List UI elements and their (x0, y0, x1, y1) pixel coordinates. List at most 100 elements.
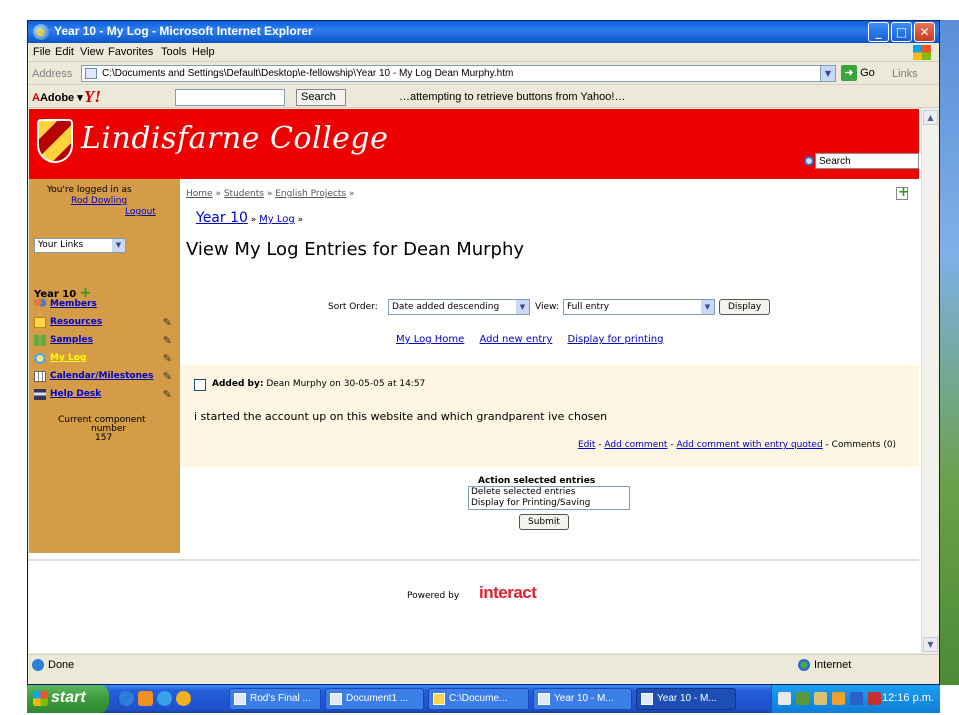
sidebar-item-help-desk[interactable]: Help Desk ✎ (34, 388, 176, 402)
sidebar-item-calendar[interactable]: Calendar/Milestones ✎ (34, 370, 176, 384)
task-document1[interactable]: Document1 ... (325, 688, 424, 710)
powered-by-text: Powered by (407, 591, 460, 601)
submit-button[interactable]: Submit (519, 514, 569, 530)
network-tray-icon[interactable] (796, 692, 809, 705)
start-button[interactable]: start (27, 685, 109, 713)
sidebar-item-label: Samples (50, 335, 93, 345)
security-zone: Internet (798, 659, 851, 672)
task-rods-final[interactable]: Rod's Final ... (229, 688, 321, 710)
menu-view[interactable]: View (80, 46, 104, 58)
action-option-print[interactable]: Display for Printing/Saving (469, 498, 629, 509)
logout-link[interactable]: Logout (125, 207, 156, 217)
sidebar-item-members[interactable]: Members (34, 298, 176, 312)
pencil-icon[interactable]: ✎ (163, 316, 172, 329)
pencil-icon[interactable]: ✎ (163, 370, 172, 383)
media-quicklaunch-icon[interactable] (176, 691, 191, 706)
address-dropdown-icon[interactable]: ▼ (820, 66, 835, 81)
pencil-icon[interactable]: ✎ (163, 334, 172, 347)
action-option-delete[interactable]: Delete selected entries (469, 487, 629, 498)
breadcrumb: Home » Students » English Projects » (186, 189, 354, 199)
task-explorer-folder[interactable]: C:\Docume... (428, 688, 529, 710)
pencil-icon[interactable]: ✎ (163, 388, 172, 401)
user-link[interactable]: Rod Dowling (71, 196, 127, 206)
windows-logo-icon (913, 45, 931, 60)
breadcrumb-english-projects[interactable]: English Projects (275, 189, 346, 199)
edit-link[interactable]: Edit (578, 440, 595, 450)
yahoo-search-button[interactable]: Search (296, 89, 346, 106)
address-label: Address (32, 68, 73, 80)
your-links-select[interactable]: Your Links ▼ (34, 238, 126, 253)
interact-logo[interactable]: interact (479, 583, 537, 603)
menu-help[interactable]: Help (192, 46, 215, 58)
search-icon (804, 156, 814, 166)
yahoo-search-input[interactable] (175, 89, 285, 106)
sidebar-item-resources[interactable]: Resources ✎ (34, 316, 176, 330)
added-by-text: Dean Murphy on 30-05-05 at 14:57 (266, 379, 426, 389)
view-label: View: (535, 302, 559, 312)
task-label: Year 10 - M... (554, 693, 614, 704)
go-button[interactable]: ➜ Go (841, 65, 881, 82)
subnav-year-link[interactable]: Year 10 (196, 210, 248, 226)
main-content: Home » Students » English Projects » Yea… (180, 179, 919, 553)
my-log-home-link[interactable]: My Log Home (396, 334, 464, 345)
sort-order-select[interactable]: Date added descending ▼ (388, 299, 530, 315)
links-button[interactable]: Links (892, 68, 918, 80)
shield-tray-icon[interactable] (832, 692, 845, 705)
subnav-log-link[interactable]: My Log (259, 214, 295, 225)
scroll-down-icon[interactable]: ▼ (923, 637, 938, 652)
breadcrumb-home[interactable]: Home (186, 189, 213, 199)
menu-edit[interactable]: Edit (55, 46, 74, 58)
add-new-entry-link[interactable]: Add new entry (479, 334, 552, 345)
view-select[interactable]: Full entry ▼ (563, 299, 715, 315)
maximize-button[interactable]: □ (891, 22, 912, 42)
close-button[interactable]: ✕ (914, 22, 935, 42)
sidebar-item-samples[interactable]: Samples ✎ (34, 334, 176, 348)
clock[interactable]: 12:16 p.m. (882, 692, 934, 704)
globe-icon (798, 659, 810, 672)
pen-tray-icon[interactable] (778, 692, 791, 705)
adobe-button[interactable]: AAdobe ▾ (32, 91, 83, 104)
breadcrumb-students[interactable]: Students (224, 189, 264, 199)
sidebar-item-my-log[interactable]: My Log ✎ (34, 352, 176, 366)
display-button[interactable]: Display (719, 299, 771, 315)
entry-meta: Added by: Dean Murphy on 30-05-05 at 14:… (212, 379, 425, 389)
college-name: Lindisfarne College (81, 121, 389, 156)
add-comment-quoted-link[interactable]: Add comment with entry quoted (676, 440, 822, 450)
sidebar-item-label: Resources (50, 317, 103, 327)
sidebar-item-label: My Log (50, 353, 87, 363)
sidebar-item-label: Help Desk (50, 389, 102, 399)
minimize-button[interactable]: _ (868, 22, 889, 42)
title-bar[interactable]: e Year 10 - My Log - Microsoft Internet … (28, 21, 939, 43)
task-ie-year10-1[interactable]: Year 10 - M... (533, 688, 632, 710)
outlook-quicklaunch-icon[interactable] (138, 691, 153, 706)
menu-favorites[interactable]: Favorites (108, 46, 153, 58)
site-search-input[interactable]: Search (804, 153, 919, 169)
display-for-printing-link[interactable]: Display for printing (568, 334, 664, 345)
adobe-label: Adobe (39, 92, 75, 104)
ie-quicklaunch-icon[interactable] (119, 691, 134, 706)
college-crest-icon (37, 119, 73, 163)
volume-tray-icon[interactable] (814, 692, 827, 705)
sub-navigation: Year 10 » My Log » (196, 210, 303, 226)
yahoo-logo-icon[interactable]: Y! (84, 87, 101, 107)
page-icon (85, 68, 97, 79)
task-ie-year10-2[interactable]: Year 10 - M... (636, 688, 736, 710)
display-tray-icon[interactable] (850, 692, 863, 705)
status-text: Done (32, 659, 74, 672)
menu-tools[interactable]: Tools (161, 46, 187, 58)
windows-flag-icon (33, 691, 48, 706)
scroll-up-icon[interactable]: ▲ (923, 110, 938, 125)
entry-checkbox[interactable] (194, 379, 206, 391)
add-comment-link[interactable]: Add comment (604, 440, 667, 450)
menu-file[interactable]: File (33, 46, 51, 58)
pencil-icon[interactable]: ✎ (163, 352, 172, 365)
add-component-icon[interactable] (896, 185, 909, 200)
address-field[interactable]: C:\Documents and Settings\Default\Deskto… (81, 65, 836, 82)
footer-divider (29, 559, 919, 561)
browser-quicklaunch-icon[interactable] (157, 691, 172, 706)
alert-tray-icon[interactable] (868, 692, 881, 705)
members-icon (34, 299, 46, 310)
vertical-scrollbar[interactable]: ▲ ▼ (921, 109, 938, 653)
action-listbox[interactable]: Delete selected entries Display for Prin… (468, 486, 630, 510)
page-title: View My Log Entries for Dean Murphy (186, 239, 525, 260)
